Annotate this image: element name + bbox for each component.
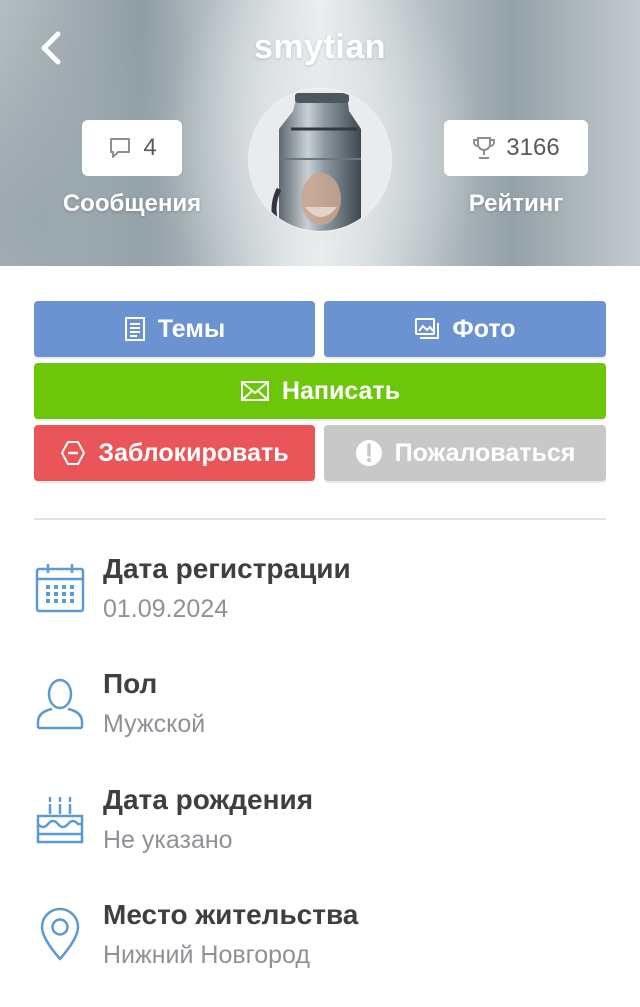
block-octagon-icon (61, 441, 86, 465)
cake-icon (36, 796, 84, 844)
location-pin-icon (40, 907, 80, 961)
section-divider (34, 518, 606, 520)
rating-label: Рейтинг (468, 190, 564, 217)
block-user-label: Заблокировать (98, 438, 289, 467)
info-gender: Пол Мужской (34, 668, 606, 768)
topics-button[interactable]: Темы (34, 301, 315, 357)
document-icon (124, 317, 145, 341)
photo-gallery-icon (415, 318, 440, 339)
trophy-icon (473, 137, 496, 159)
report-user-button[interactable]: Пожаловаться (324, 425, 606, 481)
messages-count: 4 (143, 134, 157, 161)
rating-value: 3166 (506, 134, 560, 161)
person-icon (36, 678, 84, 730)
registration-date-title: Дата регистрации (103, 553, 351, 584)
info-registration-date: Дата регистрации 01.09.2024 (34, 553, 606, 653)
messages-label: Сообщения (62, 190, 202, 217)
profile-header: smytian 4 Сообщения 3166 Рейтинг (0, 0, 640, 266)
info-birthday: Дата рождения Не указано (34, 784, 606, 884)
photo-button-label: Фото (452, 314, 516, 343)
birthday-title: Дата рождения (103, 784, 314, 815)
topics-button-label: Темы (157, 314, 226, 343)
messages-count-button[interactable]: 4 (82, 120, 182, 176)
rating-button[interactable]: 3166 (444, 120, 588, 176)
gender-title: Пол (103, 668, 158, 699)
photo-button[interactable]: Фото (324, 301, 606, 357)
gender-value: Мужской (103, 710, 206, 738)
avatar-milk-can-image (249, 89, 391, 231)
profile-username: smytian (254, 28, 386, 66)
exclamation-circle-icon (355, 440, 382, 466)
registration-date-value: 01.09.2024 (103, 595, 229, 623)
report-user-label: Пожаловаться (394, 438, 576, 467)
calendar-icon (35, 564, 85, 613)
avatar[interactable] (249, 89, 391, 231)
birthday-value: Не указано (103, 826, 233, 854)
chat-bubble-icon (110, 138, 131, 158)
city-value: Нижний Новгород (103, 941, 310, 969)
write-message-label: Написать (281, 376, 401, 405)
block-user-button[interactable]: Заблокировать (34, 425, 315, 481)
info-city: Место жительства Нижний Новгород (34, 899, 606, 999)
envelope-icon (240, 381, 269, 401)
city-title: Место жительства (103, 899, 359, 930)
write-message-button[interactable]: Написать (34, 363, 606, 419)
